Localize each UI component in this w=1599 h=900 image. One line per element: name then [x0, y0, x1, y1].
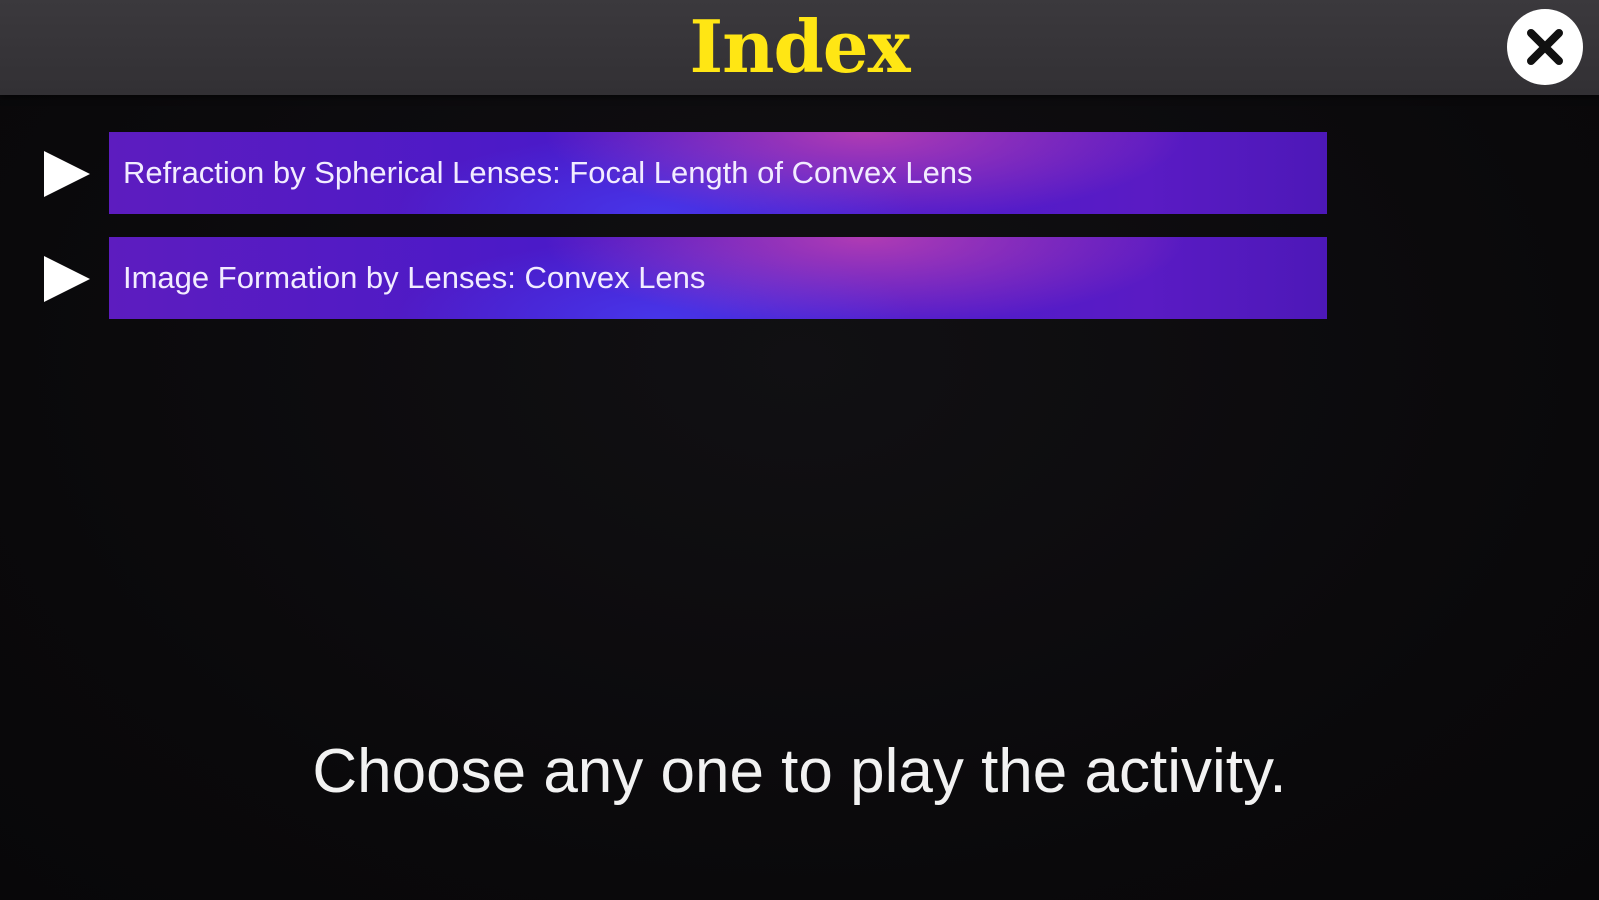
close-icon — [1527, 29, 1563, 65]
instruction-text: Choose any one to play the activity. — [312, 737, 1287, 806]
header-bar: Index — [0, 0, 1599, 95]
play-icon[interactable] — [44, 256, 90, 302]
page-title: Index — [689, 4, 910, 89]
play-icon[interactable] — [44, 151, 90, 197]
menu-item-image-formation[interactable]: Image Formation by Lenses: Convex Lens — [0, 237, 1340, 319]
menu-item-button[interactable]: Image Formation by Lenses: Convex Lens — [109, 237, 1327, 319]
menu-item-label: Refraction by Spherical Lenses: Focal Le… — [123, 155, 973, 190]
close-button[interactable] — [1507, 9, 1583, 85]
menu-item-refraction[interactable]: Refraction by Spherical Lenses: Focal Le… — [0, 132, 1340, 214]
index-screen: Index Refraction by Spherical Lenses: Fo… — [0, 0, 1599, 900]
menu-item-button[interactable]: Refraction by Spherical Lenses: Focal Le… — [109, 132, 1327, 214]
menu-item-label: Image Formation by Lenses: Convex Lens — [123, 260, 706, 295]
